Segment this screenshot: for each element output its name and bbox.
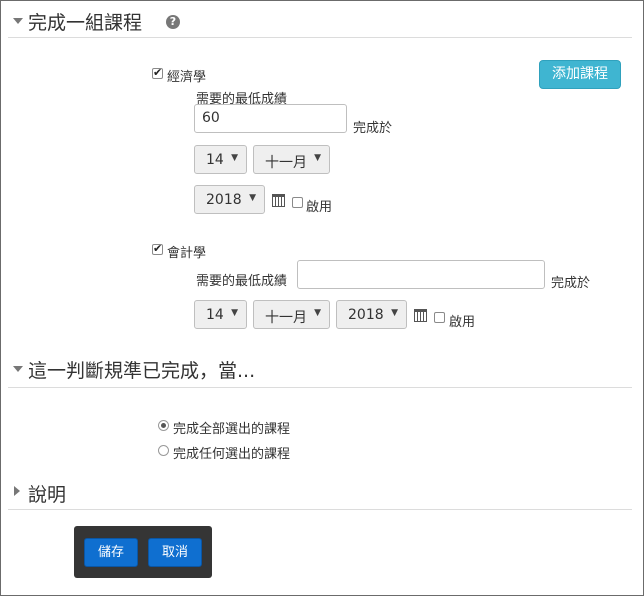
chevron-down-icon: ▼	[314, 308, 321, 318]
calendar-icon[interactable]	[414, 309, 427, 322]
complete-on-label: 完成於	[353, 121, 393, 136]
year-select[interactable]: 2018 ▼	[336, 300, 407, 329]
section-title-criteria[interactable]: 這一判斷規準已完成，當...	[28, 356, 255, 383]
year-select[interactable]: 2018 ▼	[194, 185, 265, 214]
radio-all-courses[interactable]	[158, 420, 169, 431]
enable-label: 啟用	[306, 200, 333, 215]
radio-any-course[interactable]	[158, 445, 169, 456]
day-value: 14	[206, 307, 224, 323]
help-icon[interactable]: ?	[166, 15, 180, 29]
min-grade-label: 需要的最低成績	[196, 274, 288, 289]
course-checkbox-economics[interactable]	[152, 66, 163, 79]
chevron-down-icon: ▼	[231, 308, 238, 318]
radio-any-course-label[interactable]: 完成任何選出的課程	[173, 443, 290, 462]
month-select[interactable]: 十一月 ▼	[253, 145, 330, 174]
section-expanded-icon[interactable]	[13, 18, 23, 24]
enable-checkbox[interactable]	[434, 312, 445, 323]
complete-on-label: 完成於	[551, 276, 591, 291]
course-name-accounting: 會計學	[167, 246, 207, 261]
section-collapsed-icon[interactable]	[14, 486, 20, 496]
course-checkbox-accounting[interactable]	[152, 242, 163, 255]
section-title-course-set[interactable]: 完成一組課程	[28, 8, 142, 35]
enable-checkbox[interactable]	[292, 197, 303, 208]
window-frame	[0, 0, 644, 596]
chevron-down-icon: ▼	[231, 153, 238, 163]
calendar-icon[interactable]	[272, 194, 285, 207]
day-select[interactable]: 14 ▼	[194, 300, 247, 329]
section-title-description[interactable]: 說明	[28, 480, 66, 507]
cancel-button[interactable]: 取消	[148, 538, 202, 567]
section-divider	[8, 509, 632, 510]
year-value: 2018	[206, 192, 242, 208]
year-value: 2018	[348, 307, 384, 323]
section-divider	[8, 387, 632, 388]
month-value: 十一月	[265, 155, 307, 171]
day-value: 14	[206, 152, 224, 168]
chevron-down-icon: ▼	[314, 153, 321, 163]
section-expanded-icon[interactable]	[13, 366, 23, 372]
min-grade-input[interactable]: 60	[194, 104, 347, 133]
min-grade-input[interactable]	[297, 260, 545, 289]
enable-label: 啟用	[449, 315, 476, 330]
section-divider	[8, 37, 632, 38]
month-select[interactable]: 十一月 ▼	[253, 300, 330, 329]
chevron-down-icon: ▼	[249, 193, 256, 203]
chevron-down-icon: ▼	[391, 308, 398, 318]
radio-all-courses-label[interactable]: 完成全部選出的課程	[173, 418, 290, 437]
course-name-economics: 經濟學	[167, 70, 207, 85]
day-select[interactable]: 14 ▼	[194, 145, 247, 174]
save-button[interactable]: 儲存	[84, 538, 138, 567]
add-course-button[interactable]: 添加課程	[539, 60, 621, 89]
month-value: 十一月	[265, 310, 307, 326]
